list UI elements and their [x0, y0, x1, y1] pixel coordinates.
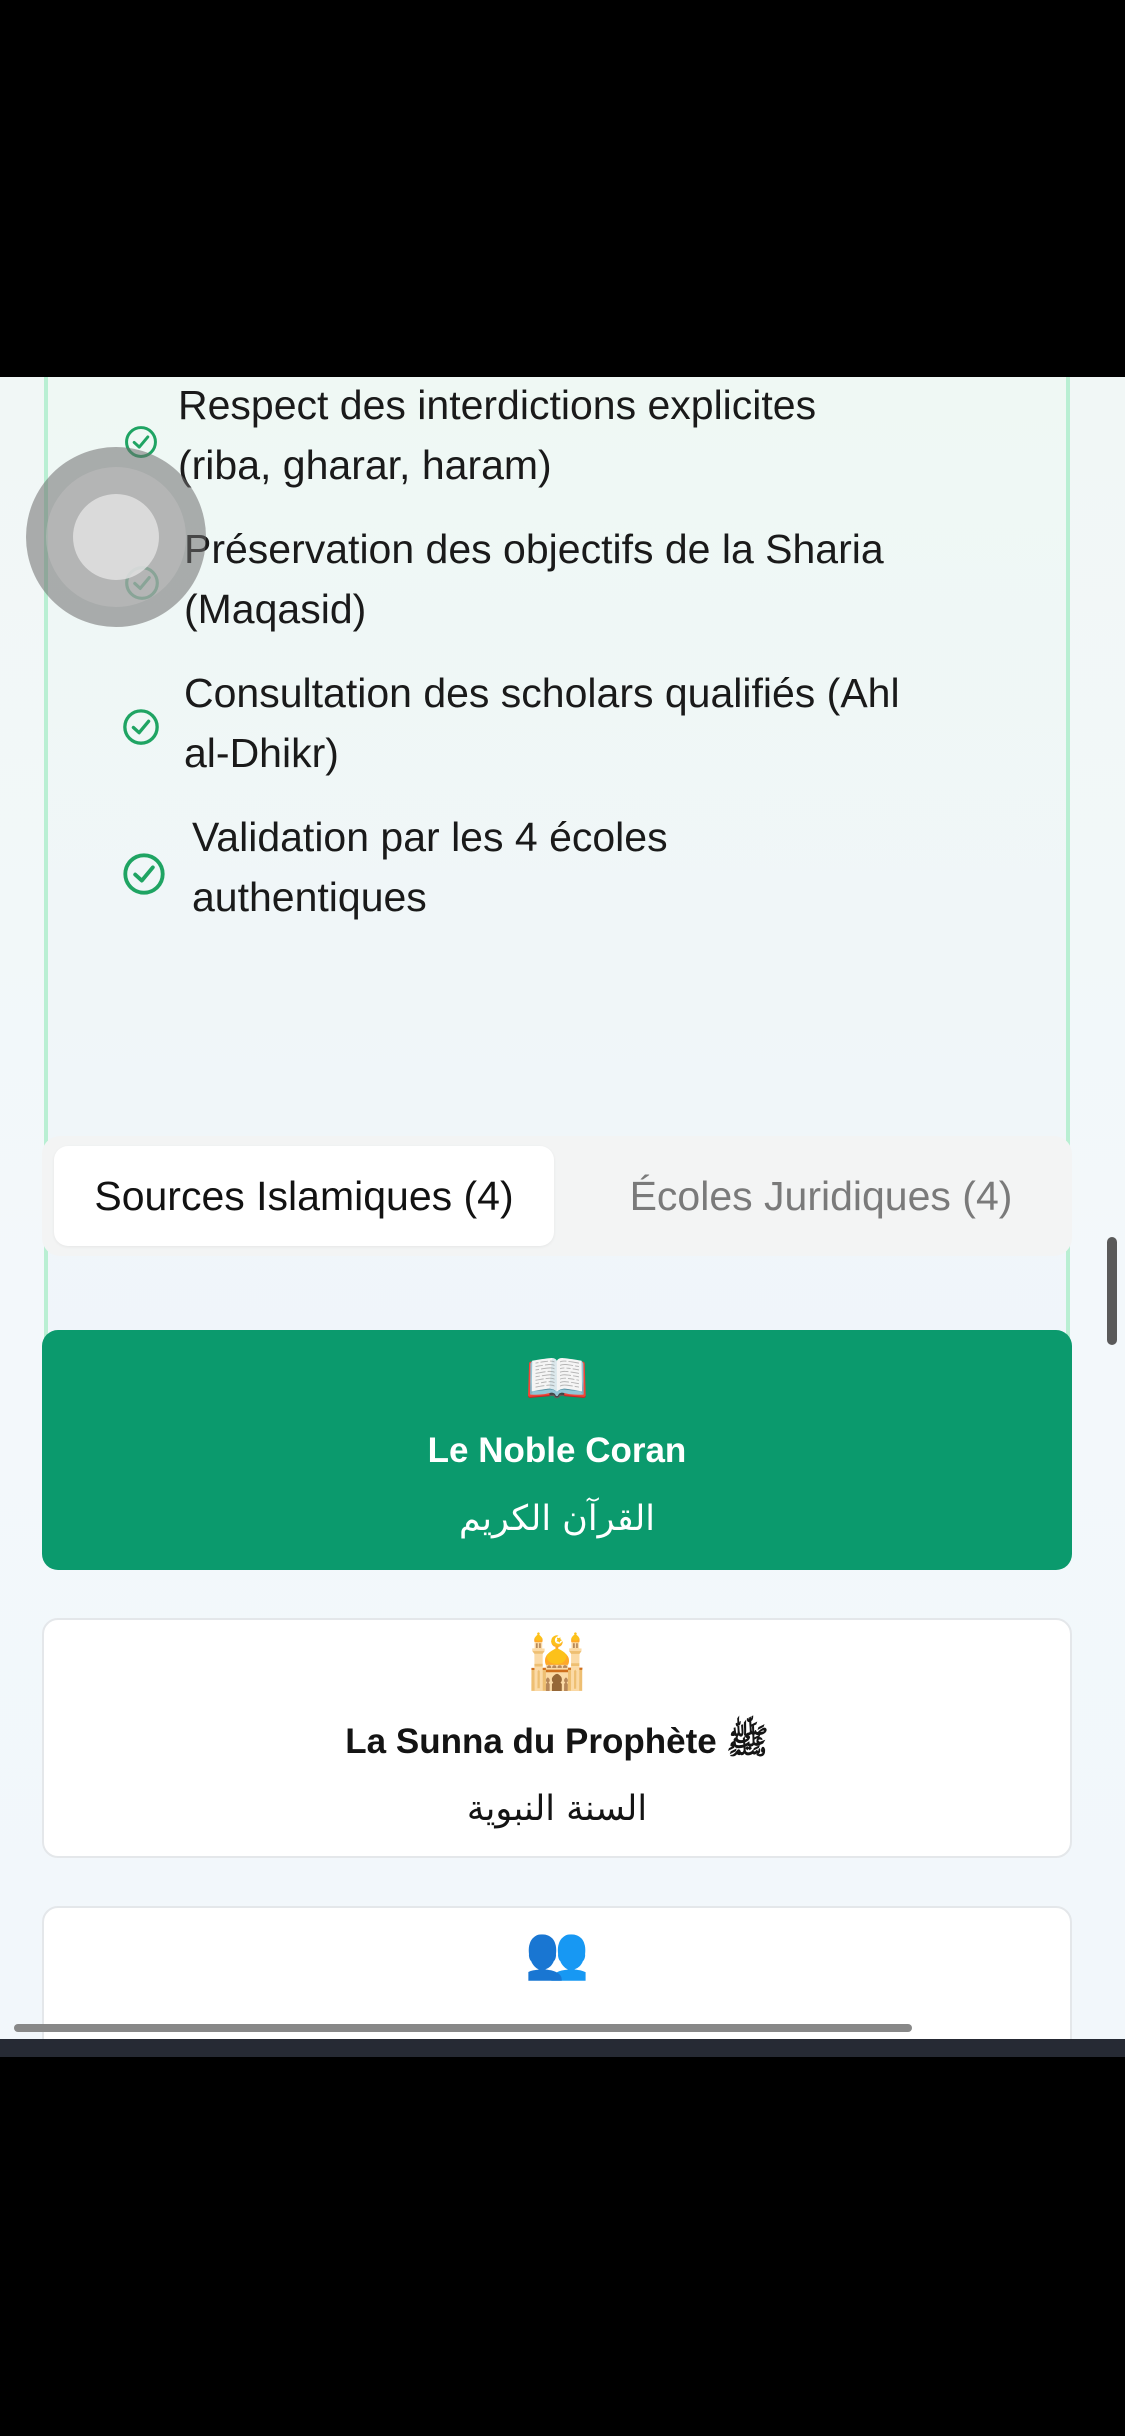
source-card-sunna[interactable]: 🕌 La Sunna du Prophète ﷺ السنة النبوية	[42, 1618, 1072, 1858]
source-arabic-title: السنة النبوية	[466, 1789, 648, 1829]
principle-line: (riba, gharar, haram)	[178, 442, 552, 488]
people-icon: 👥	[524, 1924, 590, 1982]
source-arabic-title: القرآن الكريم	[458, 1499, 656, 1539]
principle-line: Respect des interdictions explicites	[178, 382, 817, 428]
touch-indicator-center	[73, 494, 159, 580]
principle-line: authentiques	[192, 874, 427, 920]
bottom-bar	[0, 2039, 1125, 2057]
source-title: La Sunna du Prophète ﷺ	[345, 1722, 769, 1761]
principle-line: al-Dhikr)	[184, 730, 339, 776]
check-circle-icon	[123, 853, 165, 895]
source-card-coran[interactable]: 📖 Le Noble Coran القرآن الكريم	[42, 1330, 1072, 1570]
tab-bar: Sources Islamiques (4) Écoles Juridiques…	[42, 1136, 1072, 1256]
open-book-icon: 📖	[524, 1350, 590, 1408]
principle-line: (Maqasid)	[184, 586, 367, 632]
tab-ecoles-juridiques[interactable]: Écoles Juridiques (4)	[576, 1146, 1066, 1246]
tab-sources-islamiques[interactable]: Sources Islamiques (4)	[54, 1146, 554, 1246]
scrollbar-thumb[interactable]	[1107, 1237, 1117, 1345]
mosque-icon: 🕌	[524, 1634, 590, 1692]
principle-line: Consultation des scholars qualifiés (Ahl	[184, 670, 900, 716]
source-title: Le Noble Coran	[427, 1431, 687, 1470]
check-circle-icon	[123, 709, 159, 745]
home-indicator[interactable]	[14, 2024, 912, 2032]
principle-line: Préservation des objectifs de la Sharia	[184, 526, 884, 572]
scroll-content[interactable]: Respect des interdictions explicites (ri…	[0, 377, 1125, 2039]
source-card-consensus[interactable]: 👥	[42, 1906, 1072, 2039]
principle-line: Validation par les 4 écoles	[192, 814, 668, 860]
